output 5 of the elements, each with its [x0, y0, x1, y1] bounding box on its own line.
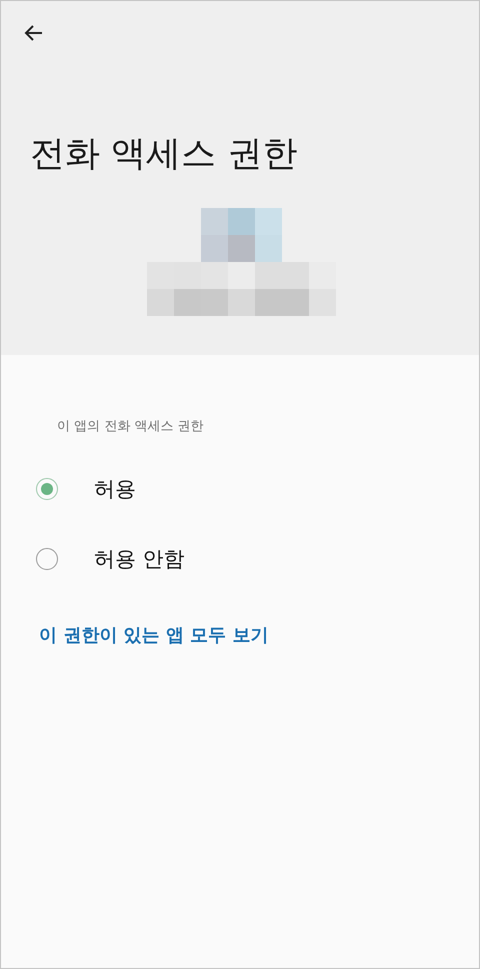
section-label: 이 앱의 전화 액세스 권한: [57, 418, 205, 435]
radio-option[interactable]: 허용 안함: [1, 524, 479, 594]
view-all-apps-link[interactable]: 이 권한이 있는 앱 모두 보기: [39, 623, 268, 647]
page-title: 전화 액세스 권한: [30, 133, 298, 175]
radio-option[interactable]: 허용: [1, 454, 479, 524]
